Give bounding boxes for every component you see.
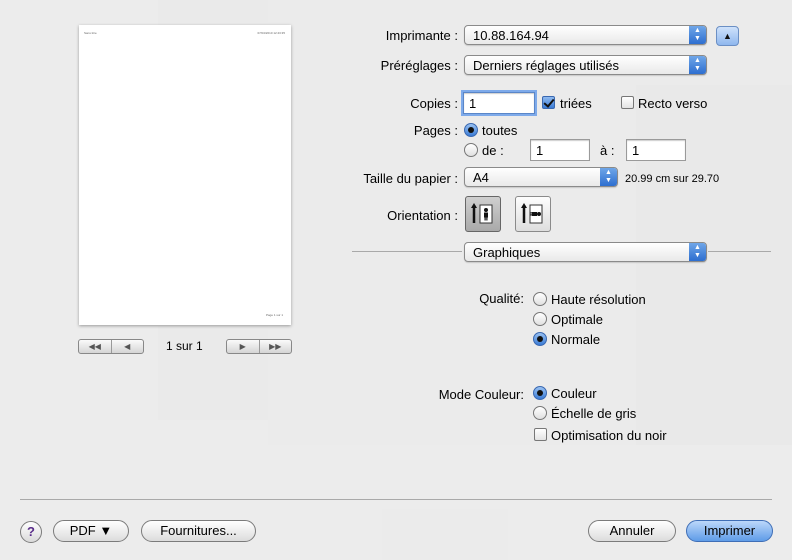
quality-high-label: Haute résolution [551, 292, 646, 307]
up-down-arrows-icon: ▲ ▼ [689, 56, 706, 74]
preview-nav-back: ◀◀ ◀ [78, 339, 144, 354]
preview-footer: Page 1 sur 1 [265, 313, 283, 317]
duplex-label: Recto verso [638, 96, 708, 111]
up-down-arrows-icon: ▲ ▼ [689, 26, 706, 44]
paper-size-label: Taille du papier : [363, 171, 458, 186]
presets-label: Préréglages : [380, 58, 458, 73]
black-optimization-label: Optimisation du noir [551, 428, 667, 443]
color-mode-color-radio[interactable] [533, 386, 547, 400]
pages-from-field[interactable]: 1 [530, 139, 590, 161]
quality-optimal-radio[interactable] [533, 312, 547, 326]
quality-optimal-label: Optimale [551, 312, 604, 327]
pages-range-radio[interactable] [464, 143, 478, 157]
printer-value: 10.88.164.94 [473, 28, 549, 43]
first-page-button[interactable]: ◀◀ [79, 340, 111, 353]
collated-checkbox[interactable] [542, 96, 555, 109]
presets-value: Derniers réglages utilisés [473, 58, 619, 73]
cancel-button[interactable]: Annuler [588, 520, 676, 542]
up-down-arrows-icon: ▲ ▼ [689, 243, 706, 261]
presets-select[interactable]: Derniers réglages utilisés ▲ ▼ [464, 55, 707, 75]
color-mode-label: Mode Couleur: [438, 387, 524, 402]
up-down-arrows-icon: ▲ ▼ [600, 168, 617, 186]
page-preview: Sans titre 07/04/2010 12:43:35 Page 1 su… [79, 25, 291, 325]
pages-label: Pages : [413, 123, 458, 138]
duplex-checkbox[interactable] [621, 96, 634, 109]
preview-nav-forward: ▶ ▶▶ [226, 339, 292, 354]
paper-size-select[interactable]: A4 ▲ ▼ [464, 167, 618, 187]
black-optimization-checkbox[interactable] [534, 428, 547, 441]
copies-label: Copies : [410, 96, 458, 111]
pdf-menu-button[interactable]: PDF ▼ [53, 520, 129, 542]
printer-label: Imprimante : [385, 28, 458, 43]
preview-header-left: Sans titre [84, 31, 97, 35]
last-page-button[interactable]: ▶▶ [258, 340, 292, 353]
collated-label: triées [560, 96, 592, 111]
portrait-orientation-icon [471, 203, 493, 224]
disclosure-up-icon[interactable]: ▲ [716, 26, 739, 46]
separator-left [352, 251, 462, 252]
preview-header-right: 07/04/2010 12:43:35 [257, 31, 285, 35]
printer-select[interactable]: 10.88.164.94 ▲ ▼ [464, 25, 707, 45]
paper-dimensions: 20.99 cm sur 29.70 [625, 173, 720, 185]
color-mode-grayscale-radio[interactable] [533, 406, 547, 420]
print-button[interactable]: Imprimer [686, 520, 773, 542]
previous-page-button[interactable]: ◀ [110, 340, 144, 353]
pages-from-label: de : [482, 143, 504, 158]
landscape-orientation-icon [521, 203, 543, 224]
pages-from-value: 1 [536, 143, 544, 158]
pages-all-label: toutes [482, 123, 518, 138]
print-dialog: Sans titre 07/04/2010 12:43:35 Page 1 su… [0, 0, 792, 560]
portrait-button[interactable] [465, 196, 501, 232]
panel-select[interactable]: Graphiques ▲ ▼ [464, 242, 707, 262]
color-mode-grayscale-label: Échelle de gris [551, 406, 637, 421]
quality-high-radio[interactable] [533, 292, 547, 306]
help-button[interactable]: ? [20, 521, 42, 543]
bottom-separator [20, 499, 772, 500]
color-mode-color-label: Couleur [551, 386, 597, 401]
orientation-label: Orientation : [387, 208, 458, 223]
pages-all-radio[interactable] [464, 123, 478, 137]
page-indicator: 1 sur 1 [166, 339, 203, 353]
pages-to-label: à : [600, 143, 615, 158]
copies-field[interactable]: 1 [463, 92, 535, 114]
pages-to-field[interactable]: 1 [626, 139, 686, 161]
paper-size-value: A4 [473, 170, 489, 185]
panel-value: Graphiques [473, 245, 541, 260]
next-page-button[interactable]: ▶ [227, 340, 259, 353]
separator-right [708, 251, 771, 252]
quality-label: Qualité: [479, 291, 524, 306]
pages-to-value: 1 [632, 143, 640, 158]
landscape-button[interactable] [515, 196, 551, 232]
copies-value: 1 [469, 96, 477, 111]
quality-normal-radio[interactable] [533, 332, 547, 346]
supplies-button[interactable]: Fournitures... [141, 520, 256, 542]
quality-normal-label: Normale [551, 332, 601, 347]
